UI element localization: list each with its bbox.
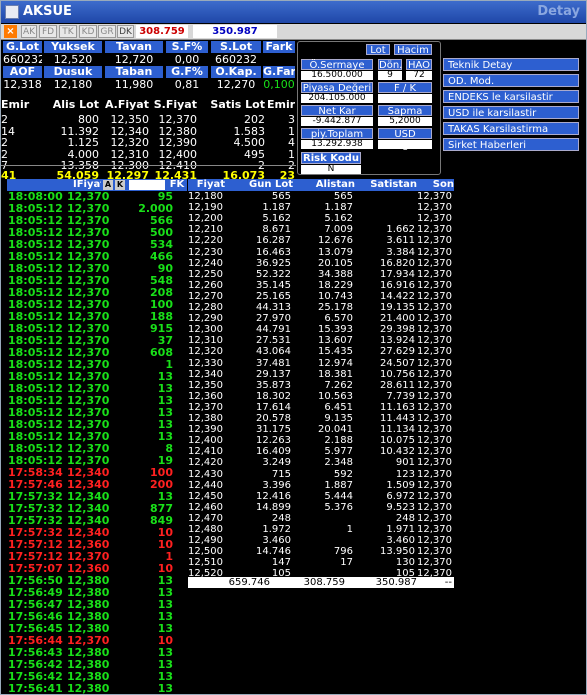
fk-label: F / K — [378, 82, 432, 94]
trades-filter-input[interactable] — [129, 180, 165, 190]
footer-satistan: 350.987 — [375, 577, 417, 588]
summary-header: Taban — [105, 66, 163, 78]
book-header: Fiyat — [196, 179, 225, 190]
tab-kd[interactable]: KD — [79, 25, 97, 38]
side-menu-item[interactable]: ENDEKS le karsilastir — [443, 90, 579, 103]
footer-alistan: 308.759 — [303, 577, 345, 588]
hao-value: 72 — [406, 71, 432, 80]
window-title: AKSUE — [23, 4, 72, 19]
summary-value: 11,980 — [105, 78, 163, 91]
sapma-value: 5,2000 — [378, 117, 432, 126]
summary-value: 0,00 — [166, 53, 208, 66]
risk-label: Risk Kodu — [301, 152, 361, 164]
tab-ak[interactable]: AK — [21, 25, 37, 38]
don-label: Dön. — [378, 59, 403, 71]
depth-header: A.Fiyat — [101, 99, 149, 111]
piytoplam-label: piy.Toplam Lot — [301, 128, 373, 151]
side-menu-item[interactable]: TAKAS Karsilastirma — [443, 122, 579, 135]
book-header: Alistan — [315, 179, 355, 190]
title-bar: AKSUE Detay — [1, 1, 586, 23]
app-icon — [5, 5, 19, 19]
depth-header: Emir — [1, 99, 31, 111]
osermaye-value: 16.500.000 — [301, 71, 373, 80]
hacim-button[interactable]: Hacim — [394, 44, 432, 56]
netkar-value: -9.442.877 — [301, 117, 373, 126]
summary-header: O.Kap. — [211, 66, 261, 78]
piyasa-value: 204.105.000 — [301, 94, 373, 103]
summary-value: 12,520 — [44, 53, 102, 66]
summary-header: Tavan — [105, 41, 163, 53]
toolbar-input-2[interactable]: 350.987 — [193, 25, 277, 38]
tab-fd[interactable]: FD — [39, 25, 57, 38]
info-panel: Lot Hacim Ö.Sermaye 16.500.000 Dön. 9 HA… — [297, 41, 441, 175]
summary-header: G.Fark — [263, 66, 295, 78]
trades-k-button[interactable]: K — [115, 180, 125, 190]
summary-value: 12,318 — [3, 78, 42, 91]
summary-header: G.Lot — [3, 41, 42, 53]
summary-header: AOF — [3, 66, 42, 78]
summary-header: S.Lot — [211, 41, 261, 53]
side-menu-item[interactable]: Teknik Detay — [443, 58, 579, 71]
depth-header: Emir — [267, 99, 295, 111]
depth-header: Satis Lot — [205, 99, 265, 111]
book-footer: 659.746 308.759 350.987 -- — [188, 577, 454, 588]
fk-value — [378, 94, 432, 103]
window: AKSUE Detay × AK FD TK KD GR DK 308.759 … — [0, 0, 587, 695]
toolbar: × AK FD TK KD GR DK 308.759 350.987 — [1, 24, 586, 40]
summary-value: 12,720 — [105, 53, 163, 66]
tab-dk[interactable]: DK — [117, 25, 134, 38]
side-menu-item[interactable]: OD. Mod. — [443, 74, 579, 87]
summary-value: 0,81 — [166, 78, 208, 91]
usd-label: USD Değeri — [378, 128, 432, 151]
trades-a-button[interactable]: A — [103, 180, 113, 190]
book-header: Satistan — [370, 179, 417, 190]
side-menu-item[interactable]: USD ile karsilastir — [443, 106, 579, 119]
tab-tk[interactable]: TK — [59, 25, 77, 38]
summary-value: 0,100 — [263, 78, 295, 91]
hao-label: HAO — [406, 59, 432, 71]
footer-son: -- — [444, 577, 452, 588]
summary-value: 12,180 — [44, 78, 102, 91]
depth-divider — [1, 165, 296, 166]
sapma-label: Sapma — [378, 105, 432, 117]
summary-value — [263, 53, 295, 66]
book-header: Gun Lot — [249, 179, 293, 190]
summary-value: 660232 — [3, 53, 42, 66]
summary-header: Yuksek — [44, 41, 102, 53]
trade-time: 17:56:41 — [8, 682, 63, 695]
depth-header: Alis Lot — [31, 99, 99, 111]
book-header: Son — [432, 179, 454, 190]
piytoplam-value: 13.292.938 — [301, 140, 373, 149]
don-value: 9 — [378, 71, 402, 80]
summary-header: G.F% — [166, 66, 208, 78]
osermaye-label: Ö.Sermaye — [301, 59, 373, 71]
toolbar-input-1[interactable]: 308.759 — [136, 25, 188, 38]
detail-label[interactable]: Detay — [537, 1, 580, 23]
summary-header: Fark — [263, 41, 295, 53]
lot-button[interactable]: Lot — [366, 44, 390, 56]
summary-header: Dusuk — [44, 66, 102, 78]
summary-value: 660232 — [211, 53, 261, 66]
side-menu-item[interactable]: Sirket Haberleri — [443, 138, 579, 151]
netkar-label: Net Kar — [301, 105, 373, 117]
summary-value: 12,270 — [211, 78, 261, 91]
trade-lot: 13 — [157, 682, 173, 695]
summary-header: S.F% — [166, 41, 208, 53]
risk-value: N — [301, 165, 361, 174]
footer-gunlot: 659.746 — [228, 577, 270, 588]
trade-row: 17:56:41 12,380 13 — [1, 683, 181, 695]
depth-header: S.Fiyat — [151, 99, 197, 111]
close-icon[interactable]: × — [4, 25, 17, 38]
trade-price: 12,380 — [67, 682, 110, 695]
piyasa-label: Piyasa Değeri — [301, 82, 373, 94]
usd-value — [378, 140, 432, 149]
tab-gr[interactable]: GR — [98, 25, 116, 38]
